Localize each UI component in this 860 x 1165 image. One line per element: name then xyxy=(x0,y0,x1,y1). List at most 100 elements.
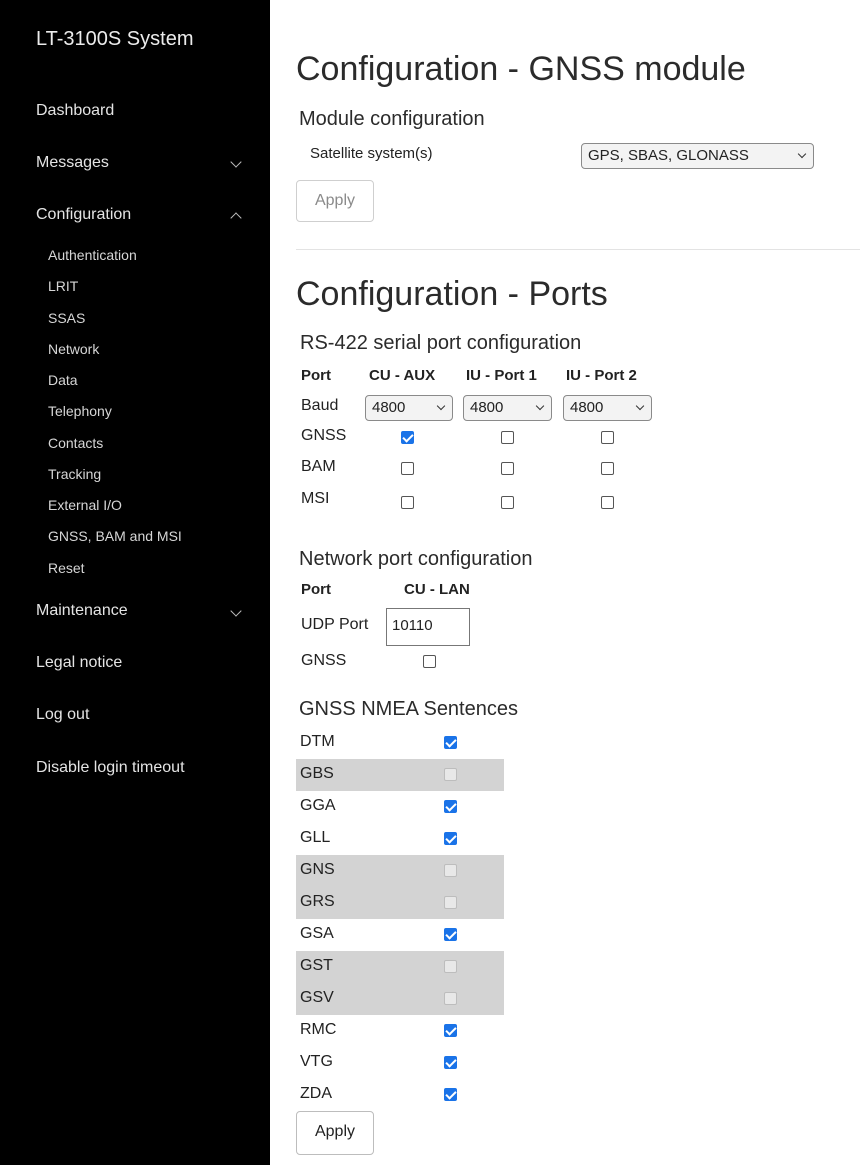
chevron-down-icon xyxy=(797,149,807,159)
nmea-sentence-name: GGA xyxy=(300,797,336,814)
nmea-sentence-name: GLL xyxy=(300,829,331,846)
nav-dashboard[interactable]: Dashboard xyxy=(36,102,114,120)
rs422-bam-iu-port-1-checkbox[interactable] xyxy=(501,462,514,475)
port-column-header: Port xyxy=(301,367,331,384)
nav-disable-login-timeout[interactable]: Disable login timeout xyxy=(36,759,185,777)
nmea-sentence-name: GST xyxy=(300,957,333,974)
rs422-gnss-iu-port-1-checkbox[interactable] xyxy=(501,431,514,444)
sidebar: LT-3100S System Dashboard Messages Confi… xyxy=(0,0,270,1165)
rs422-row-gnss-label: GNSS xyxy=(301,427,347,444)
rs422-bam-cu-aux-checkbox[interactable] xyxy=(401,462,414,475)
satellite-system-value: GPS, SBAS, GLONASS xyxy=(588,147,749,164)
chevron-up-icon[interactable] xyxy=(230,212,242,224)
nmea-sentence-name: RMC xyxy=(300,1021,337,1038)
nav-sub-network[interactable]: Network xyxy=(48,341,99,357)
nmea-rmc-checkbox[interactable] xyxy=(444,1024,457,1037)
nav-sub-contacts[interactable]: Contacts xyxy=(48,435,103,451)
nav-messages[interactable]: Messages xyxy=(36,154,109,172)
nmea-gsa-checkbox[interactable] xyxy=(444,928,457,941)
column-iu-port-2: IU - Port 2 xyxy=(566,367,637,384)
rs422-gnss-iu-port-2-checkbox[interactable] xyxy=(601,431,614,444)
baud-select-cu-aux[interactable]: 4800 xyxy=(365,395,453,421)
nav-legal-notice[interactable]: Legal notice xyxy=(36,654,122,672)
nav-sub-gnss-bam-msi[interactable]: GNSS, BAM and MSI xyxy=(48,528,182,544)
nmea-row-gsv: GSV xyxy=(296,983,504,1015)
baud-select-iu-port-2[interactable]: 4800 xyxy=(563,395,652,421)
nmea-row-gga: GGA xyxy=(296,791,504,823)
chevron-down-icon xyxy=(436,401,446,411)
nmea-row-dtm: DTM xyxy=(296,727,504,759)
chevron-down-icon[interactable] xyxy=(230,156,242,168)
satellite-system-label: Satellite system(s) xyxy=(310,145,433,162)
nav-configuration[interactable]: Configuration xyxy=(36,206,131,224)
nav-sub-external-io[interactable]: External I/O xyxy=(48,497,122,513)
nmea-row-gsa: GSA xyxy=(296,919,504,951)
nmea-dtm-checkbox[interactable] xyxy=(444,736,457,749)
nmea-row-vtg: VTG xyxy=(296,1047,504,1079)
nav-sub-reset[interactable]: Reset xyxy=(48,560,85,576)
nmea-sentence-name: GBS xyxy=(300,765,334,782)
section-network-port: Network port configuration xyxy=(299,548,533,570)
chevron-down-icon xyxy=(635,401,645,411)
nmea-gga-checkbox[interactable] xyxy=(444,800,457,813)
baud-label: Baud xyxy=(301,397,339,414)
network-gnss-checkbox[interactable] xyxy=(423,655,436,668)
nav-sub-data[interactable]: Data xyxy=(48,372,78,388)
nav-sub-lrit[interactable]: LRIT xyxy=(48,278,78,294)
column-cu-aux: CU - AUX xyxy=(369,367,436,384)
udp-port-label: UDP Port xyxy=(301,616,369,633)
page-title-ports: Configuration - Ports xyxy=(296,275,608,313)
nmea-gst-checkbox xyxy=(444,960,457,973)
nav-sub-authentication[interactable]: Authentication xyxy=(48,247,137,263)
rs422-gnss-cu-aux-checkbox[interactable] xyxy=(401,431,414,444)
nav-log-out[interactable]: Log out xyxy=(36,706,89,724)
nmea-row-gst: GST xyxy=(296,951,504,983)
section-module-configuration: Module configuration xyxy=(299,108,485,130)
nmea-sentence-name: GSV xyxy=(300,989,334,1006)
rs422-bam-iu-port-2-checkbox[interactable] xyxy=(601,462,614,475)
nmea-sentence-name: ZDA xyxy=(300,1085,332,1102)
nmea-row-grs: GRS xyxy=(296,887,504,919)
chevron-down-icon xyxy=(535,401,545,411)
baud-value: 4800 xyxy=(372,399,406,416)
rs422-msi-iu-port-2-checkbox[interactable] xyxy=(601,496,614,509)
udp-port-input[interactable]: 10110 xyxy=(386,608,470,646)
nmea-sentence-name: GSA xyxy=(300,925,334,942)
nmea-gll-checkbox[interactable] xyxy=(444,832,457,845)
baud-value: 4800 xyxy=(470,399,504,416)
nav-maintenance[interactable]: Maintenance xyxy=(36,602,128,620)
apply-gnss-button[interactable]: Apply xyxy=(296,180,374,222)
apply-ports-button[interactable]: Apply xyxy=(296,1111,374,1155)
nav-sub-tracking[interactable]: Tracking xyxy=(48,466,101,482)
nmea-zda-checkbox[interactable] xyxy=(444,1088,457,1101)
chevron-down-icon[interactable] xyxy=(230,605,242,617)
rs422-msi-iu-port-1-checkbox[interactable] xyxy=(501,496,514,509)
baud-select-iu-port-1[interactable]: 4800 xyxy=(463,395,552,421)
nmea-gns-checkbox xyxy=(444,864,457,877)
nmea-row-gns: GNS xyxy=(296,855,504,887)
column-cu-lan: CU - LAN xyxy=(404,581,470,598)
page-title-gnss-module: Configuration - GNSS module xyxy=(296,50,746,88)
rs422-row-msi-label: MSI xyxy=(301,490,330,507)
section-nmea-sentences: GNSS NMEA Sentences xyxy=(299,698,518,720)
satellite-system-select[interactable]: GPS, SBAS, GLONASS xyxy=(581,143,814,169)
nmea-vtg-checkbox[interactable] xyxy=(444,1056,457,1069)
rs422-msi-cu-aux-checkbox[interactable] xyxy=(401,496,414,509)
nmea-row-gbs: GBS xyxy=(296,759,504,791)
baud-value: 4800 xyxy=(570,399,604,416)
divider xyxy=(296,249,860,250)
nmea-gbs-checkbox xyxy=(444,768,457,781)
main-content: Configuration - GNSS module Module confi… xyxy=(270,0,860,1165)
nmea-row-gll: GLL xyxy=(296,823,504,855)
nmea-sentence-name: DTM xyxy=(300,733,335,750)
column-iu-port-1: IU - Port 1 xyxy=(466,367,537,384)
network-port-header: Port xyxy=(301,581,331,598)
network-gnss-label: GNSS xyxy=(301,652,347,669)
app-title: LT-3100S System xyxy=(36,28,194,50)
nav-sub-telephony[interactable]: Telephony xyxy=(48,403,112,419)
nmea-sentence-name: GNS xyxy=(300,861,335,878)
section-rs422: RS-422 serial port configuration xyxy=(300,332,582,354)
nav-sub-ssas[interactable]: SSAS xyxy=(48,310,85,326)
nmea-grs-checkbox xyxy=(444,896,457,909)
nmea-row-rmc: RMC xyxy=(296,1015,504,1047)
